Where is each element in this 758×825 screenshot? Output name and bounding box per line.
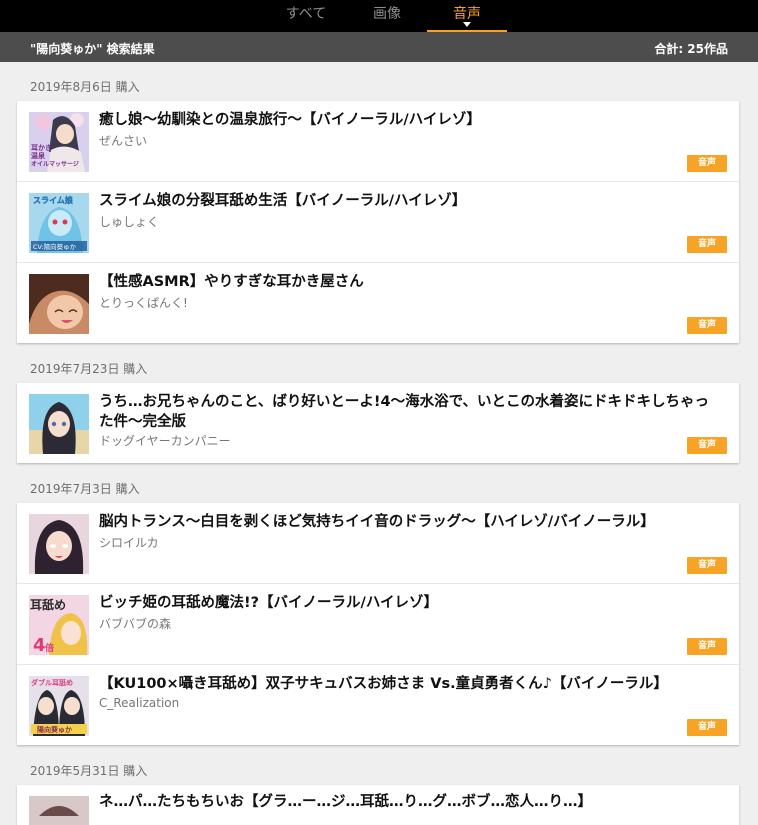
work-title[interactable]: ビッチ姫の耳舐め魔法!?【バイノーラル/ハイレゾ】 — [99, 593, 719, 613]
audio-badge: 音声 — [687, 437, 727, 454]
purchase-date: 2019年5月31日 購入 — [30, 764, 148, 778]
circle-name[interactable]: バブバブの森 — [99, 615, 171, 632]
category-tabs: すべて 画像 音声 — [0, 0, 758, 32]
caret-down-icon — [463, 22, 471, 27]
svg-text:スライム娘: スライム娘 — [33, 195, 74, 205]
work-thumbnail[interactable] — [29, 796, 89, 825]
search-result-bar: "陽向葵ゅか" 検索結果 合計: 25作品 — [0, 32, 758, 62]
svg-text:倍: 倍 — [45, 642, 54, 654]
svg-text:陽向葵ゅか: 陽向葵ゅか — [37, 725, 72, 734]
work-thumbnail[interactable]: 耳かき 温泉 オイルマッサージ — [29, 112, 89, 172]
audio-badge: 音声 — [687, 317, 727, 334]
list-item[interactable]: スライム娘 CV:陽向葵ゅか スライム娘の分裂耳舐め生活【バイノーラル/ハイレゾ… — [17, 182, 739, 263]
work-title[interactable]: 脳内トランス～白目を剥くほど気持ちイイ音のドラッグ～【ハイレゾ/バイノーラル】 — [99, 512, 719, 532]
list-item[interactable]: 【性感ASMR】やりすぎな耳かき屋さん とりっくぱんく! 音声 — [17, 263, 739, 343]
audio-badge: 音声 — [687, 155, 727, 172]
work-thumbnail[interactable]: 耳舐め 4 倍 — [29, 595, 89, 655]
circle-name[interactable]: ぜんさい — [99, 132, 147, 149]
work-title[interactable]: うち…お兄ちゃんのこと、ばり好いとーよ!4～海水浴で、いとこの水着姿にドキドキし… — [99, 392, 719, 432]
purchase-group-card: 耳かき 温泉 オイルマッサージ 癒し娘～幼馴染との温泉旅行～【バイノーラル/ハイ… — [17, 101, 739, 343]
svg-text:オイルマッサージ: オイルマッサージ — [31, 161, 79, 168]
purchase-date: 2019年7月23日 購入 — [30, 362, 148, 376]
work-thumbnail[interactable] — [29, 274, 89, 334]
circle-name[interactable]: シロイルカ — [99, 534, 159, 551]
list-item[interactable]: ネ…パ…たちもちいお【グラ…ー…ジ…耳舐…り…グ…ボブ…恋人…り…】 — [17, 785, 739, 825]
circle-name[interactable]: しゅしょく — [99, 213, 159, 230]
svg-text:ダブル耳舐め: ダブル耳舐め — [31, 678, 73, 687]
svg-text:耳舐め: 耳舐め — [30, 597, 66, 612]
work-title[interactable]: スライム娘の分裂耳舐め生活【バイノーラル/ハイレゾ】 — [99, 191, 719, 211]
work-thumbnail[interactable] — [29, 514, 89, 574]
circle-name[interactable]: C_Realization — [99, 696, 179, 710]
audio-badge: 音声 — [687, 557, 727, 574]
audio-badge: 音声 — [687, 719, 727, 736]
search-query-label: "陽向葵ゅか" 検索結果 — [30, 42, 155, 56]
list-item[interactable]: 脳内トランス～白目を剥くほど気持ちイイ音のドラッグ～【ハイレゾ/バイノーラル】 … — [17, 503, 739, 584]
work-thumbnail[interactable]: ダブル耳舐め 陽向葵ゅか — [29, 676, 89, 736]
work-thumbnail[interactable]: スライム娘 CV:陽向葵ゅか — [29, 193, 89, 253]
svg-text:4: 4 — [33, 635, 46, 655]
svg-text:耳かき: 耳かき — [31, 143, 52, 152]
list-item[interactable]: 耳舐め 4 倍 ビッチ姫の耳舐め魔法!?【バイノーラル/ハイレゾ】 バブバブの森… — [17, 584, 739, 665]
work-title[interactable]: ネ…パ…たちもちいお【グラ…ー…ジ…耳舐…り…グ…ボブ…恋人…り…】 — [99, 792, 719, 812]
circle-name[interactable]: ドッグイヤーカンパニー — [99, 432, 231, 449]
purchase-group-card: 脳内トランス～白目を剥くほど気持ちイイ音のドラッグ～【ハイレゾ/バイノーラル】 … — [17, 503, 739, 745]
work-title[interactable]: 【KU100×囁き耳舐め】双子サキュバスお姉さま Vs.童貞勇者くん♪【バイノー… — [99, 674, 719, 694]
tab-audio-label: 音声 — [453, 6, 481, 22]
circle-name[interactable]: とりっくぱんく! — [99, 294, 188, 311]
work-thumbnail[interactable] — [29, 394, 89, 454]
result-total: 合計: 25作品 — [654, 42, 728, 56]
svg-text:CV:陽向葵ゅか: CV:陽向葵ゅか — [33, 242, 77, 251]
tab-all[interactable]: すべて — [266, 0, 346, 32]
purchase-date: 2019年7月3日 購入 — [30, 482, 140, 496]
list-item[interactable]: ダブル耳舐め 陽向葵ゅか 【KU100×囁き耳舐め】双子サキュバスお姉さま Vs… — [17, 665, 739, 745]
tab-audio[interactable]: 音声 — [427, 0, 507, 32]
work-title[interactable]: 【性感ASMR】やりすぎな耳かき屋さん — [99, 272, 719, 292]
purchase-group-card: ネ…パ…たちもちいお【グラ…ー…ジ…耳舐…り…グ…ボブ…恋人…り…】 — [17, 785, 739, 825]
purchase-date: 2019年8月6日 購入 — [30, 80, 140, 94]
audio-badge: 音声 — [687, 638, 727, 655]
list-item[interactable]: うち…お兄ちゃんのこと、ばり好いとーよ!4～海水浴で、いとこの水着姿にドキドキし… — [17, 383, 739, 463]
work-title[interactable]: 癒し娘～幼馴染との温泉旅行～【バイノーラル/ハイレゾ】 — [99, 110, 719, 130]
purchase-group-card: うち…お兄ちゃんのこと、ばり好いとーよ!4～海水浴で、いとこの水着姿にドキドキし… — [17, 383, 739, 463]
tab-images[interactable]: 画像 — [347, 0, 427, 32]
svg-text:温泉: 温泉 — [31, 151, 46, 160]
audio-badge: 音声 — [687, 236, 727, 253]
list-item[interactable]: 耳かき 温泉 オイルマッサージ 癒し娘～幼馴染との温泉旅行～【バイノーラル/ハイ… — [17, 101, 739, 182]
